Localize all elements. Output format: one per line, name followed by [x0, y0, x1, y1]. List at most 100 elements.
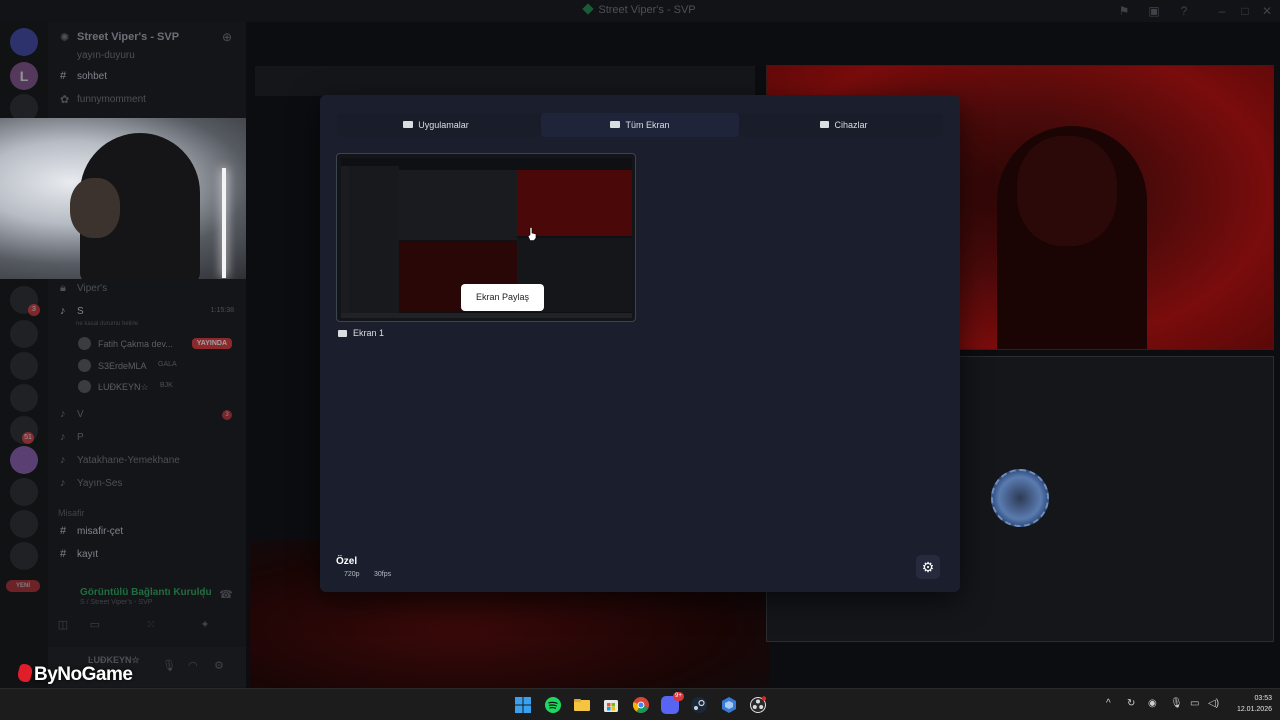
voice-channel[interactable]: ♪ Yayın-Ses [48, 475, 246, 493]
server-icon[interactable] [10, 320, 38, 348]
channel-item[interactable]: # kayıt [48, 546, 246, 564]
soundboard-button[interactable]: ✦ [190, 618, 220, 632]
server-icon[interactable] [10, 446, 38, 474]
live-badge: YAYINDA [191, 338, 232, 349]
tab-devices[interactable]: Cihazlar [745, 113, 943, 137]
steam-tray-icon[interactable]: ◉ [1148, 698, 1157, 709]
voice-connection-panel: Görüntülü Bağlantı Kuruldu S / Street Vi… [48, 580, 246, 640]
channel-status: ne kasal durumu belirle [76, 321, 139, 327]
disconnect-icon[interactable]: ☎ [211, 588, 241, 602]
unread-badge: 51 [22, 432, 34, 444]
server-icon[interactable] [10, 542, 38, 570]
screen-icon[interactable]: ▣ [1146, 3, 1162, 19]
channel-item[interactable]: 🔒︎ Viper's [48, 280, 246, 298]
chrome-icon[interactable] [632, 696, 650, 714]
minimize-button[interactable]: – [1214, 3, 1230, 19]
quality-resolution: 720p [344, 571, 360, 578]
server-status-icon [582, 3, 595, 15]
voice-channel[interactable]: ♪ S 1:15:38 [48, 303, 246, 321]
file-explorer-icon[interactable] [573, 696, 591, 714]
unread-badge: 3 [222, 410, 232, 420]
call-timer: 1:15:38 [210, 307, 234, 314]
speaker-icon: ♪ [60, 454, 66, 466]
sync-icon[interactable]: ↻ [1127, 698, 1135, 709]
server-badge-icon: ✺ [60, 32, 70, 44]
speaker-icon: ♪ [60, 305, 66, 317]
source-label: Ekran 1 [338, 328, 384, 338]
close-button[interactable]: ✕ [1259, 3, 1275, 19]
voice-channel[interactable]: ♪ V 3 [48, 406, 246, 424]
store-icon[interactable] [602, 696, 620, 714]
title-bar: Street Viper's - SVP ⚑ ▣ ? – □ ✕ [0, 0, 1280, 22]
channel-item[interactable]: # misafir-çet [48, 523, 246, 541]
speaker-icon: ♪ [60, 477, 66, 489]
avatar [78, 359, 91, 372]
thumbnail-taskbar [341, 313, 632, 318]
window-icon [403, 121, 414, 128]
screen-source-card[interactable]: Ekran Paylaş [336, 153, 636, 322]
tab-applications[interactable]: Uygulamalar [337, 113, 535, 137]
server-icon[interactable] [10, 510, 38, 538]
discord-badge: 9+ [673, 692, 684, 701]
obs-icon[interactable] [749, 696, 767, 714]
tab-entire-screen[interactable]: Tüm Ekran [541, 113, 739, 137]
stream-settings-button[interactable]: ⚙ [916, 555, 940, 579]
app-window: Street Viper's - SVP ⚑ ▣ ? – □ ✕ L 3 51 … [0, 0, 1280, 720]
headphones-icon[interactable]: ◠ [188, 659, 198, 672]
channel-item[interactable]: yayın-duyuru [48, 47, 246, 65]
channel-item[interactable]: # sohbet [48, 68, 246, 86]
maximize-button[interactable]: □ [1237, 3, 1253, 19]
screen-share-modal: Uygulamalar Tüm Ekran Cihazlar Ekran Pay… [320, 95, 960, 592]
settings-icon[interactable]: ⚙ [214, 659, 224, 672]
app-icon[interactable] [720, 696, 738, 714]
voice-channel[interactable]: ♪ Yatakhane-Yemekhane [48, 452, 246, 470]
thumbnail-rail [341, 166, 349, 316]
server-icon[interactable] [10, 384, 38, 412]
server-name: Street Viper's - SVP [77, 31, 180, 43]
server-icon[interactable] [10, 352, 38, 380]
camera-icon [820, 121, 830, 128]
voice-user[interactable]: Fatih Çakma dev... YAYINDA [76, 335, 246, 353]
volume-icon[interactable]: ◁) [1208, 698, 1219, 709]
spotify-icon[interactable] [544, 696, 562, 714]
camera-off-button[interactable]: ◫ [48, 618, 78, 632]
monitor-icon [338, 330, 347, 337]
voice-user[interactable]: ĿUĐKEYN☆ BJK [76, 378, 246, 396]
server-icon[interactable] [10, 478, 38, 506]
tray-overflow-icon[interactable]: ^ [1106, 698, 1111, 709]
channel-item[interactable]: ✿ funnymomment [48, 91, 246, 109]
voice-user[interactable]: S3ErdeMLA GALA [76, 357, 246, 375]
avatar [78, 337, 91, 350]
quality-fps: 30fps [374, 571, 392, 578]
system-clock[interactable]: 03:53 12.01.2026 [1226, 693, 1272, 715]
home-button[interactable] [10, 28, 38, 56]
hand-cursor-icon [527, 227, 537, 241]
share-screen-button[interactable]: Ekran Paylaş [461, 284, 544, 311]
server-icon-l[interactable]: L [10, 62, 38, 90]
stage-header [255, 66, 755, 96]
help-icon[interactable]: ? [1176, 3, 1192, 19]
start-icon[interactable] [514, 696, 532, 714]
hash-icon: # [60, 548, 67, 560]
new-badge: YENİ [6, 580, 40, 592]
server-header[interactable]: ✺ Street Viper's - SVP ⊕ [48, 28, 246, 48]
thumbnail-sidebar [349, 166, 399, 316]
watermark-logo: ByNoGame [15, 664, 133, 686]
connection-subtitle[interactable]: S / Street Viper's - SVP [80, 599, 152, 606]
clock-date: 12.01.2026 [1236, 706, 1272, 713]
voice-channel[interactable]: ♪ P [48, 429, 246, 447]
add-member-icon[interactable]: ⊕ [222, 30, 232, 44]
microphone-icon[interactable]: 🎙︎ [162, 659, 176, 672]
activities-button[interactable]: ⁙ [136, 618, 166, 632]
inbox-icon[interactable]: ⚑ [1116, 3, 1132, 19]
microphone-tray-icon[interactable]: 🎙︎ [1170, 698, 1183, 709]
steam-icon[interactable] [690, 696, 708, 714]
speaker-icon: ♪ [60, 408, 66, 420]
brand-mark-icon [15, 664, 35, 682]
clock-time: 03:53 [1254, 695, 1272, 702]
category-label[interactable]: Misafir [58, 508, 85, 518]
network-icon[interactable]: ▭ [1190, 698, 1199, 709]
avatar [78, 380, 91, 393]
share-screen-button[interactable]: ▭ [80, 618, 110, 632]
participant-head [1017, 136, 1117, 246]
